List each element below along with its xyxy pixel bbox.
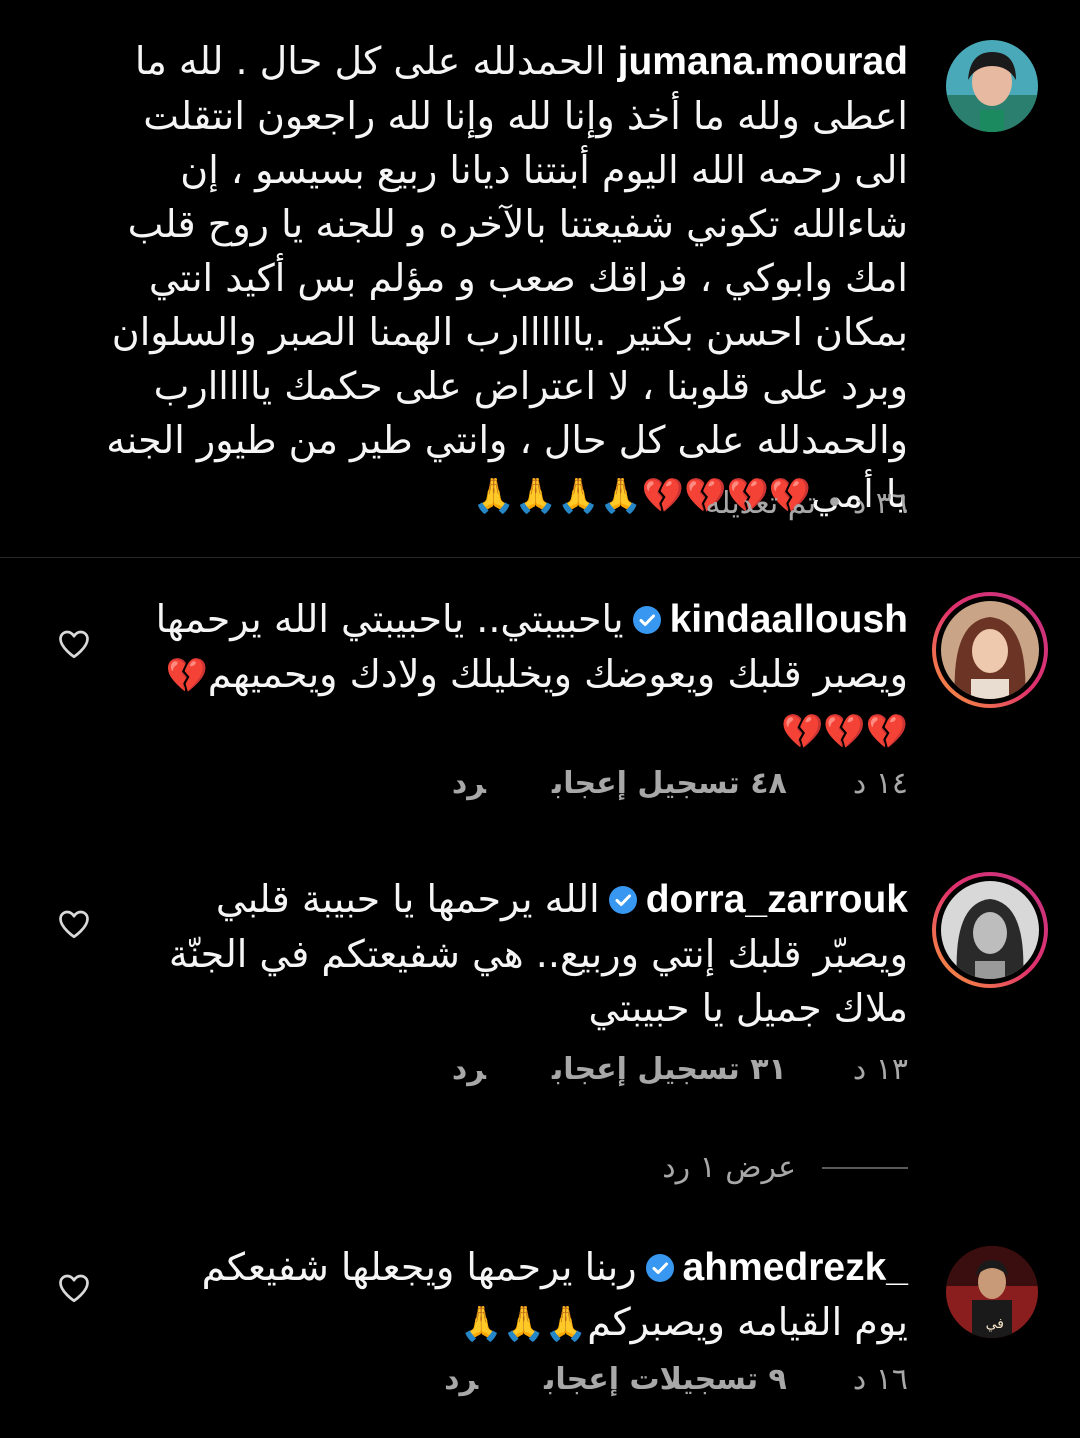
verified-badge-icon [645,1254,674,1282]
verified-badge-icon [632,606,661,634]
heart-outline-icon[interactable] [56,906,92,942]
comment-meta: ١٣ د ٣١ تسجيل إعجاب رد [452,1052,908,1087]
username[interactable]: kindaalloush [670,598,908,641]
view-replies-line [822,1166,908,1169]
timestamp: ١٤ د [852,766,908,801]
reply-button[interactable]: رد [444,1362,478,1397]
comment-text: الحمدلله على كل حال . لله ما اعطى ولله م… [106,39,908,516]
reply-button[interactable]: رد [452,766,486,801]
story-ring[interactable] [932,592,1048,708]
avatar [941,601,1039,699]
likes-count[interactable]: ٤٨ تسجيل إعجاب [552,766,787,801]
avatar[interactable] [946,40,1038,132]
reply-button[interactable]: رد [452,1052,486,1087]
svg-text:في: في [986,1316,1004,1332]
view-replies-label[interactable]: عرض ١ رد [662,1150,796,1185]
emoji-text: 🙏🙏🙏 [460,1304,588,1344]
avatar[interactable]: في [946,1246,1038,1338]
comment-body: ahmedrezk_ربنا يرحمها ويجعلها شفيعكم يوم… [148,1240,908,1351]
comment-meta: ١٤ د ٤٨ تسجيل إعجاب رد [452,766,908,801]
avatar [941,881,1039,979]
comment-meta: ١٦ د ٩ تسجيلات إعجاب رد [444,1362,908,1397]
comment-body: jumana.mourad الحمدلله على كل حال . لله … [98,34,908,523]
timestamp-edited: ٣٦ د • تم تعديله [705,486,908,521]
comment-jumana: jumana.mourad الحمدلله على كل حال . لله … [0,0,1080,557]
story-ring[interactable] [932,872,1048,988]
username[interactable]: dorra_zarrouk [646,878,908,921]
comment-kindaalloush: kindaalloushياحبيبتي.. ياحبيبتي الله يرح… [0,560,1080,840]
likes-count[interactable]: ٣١ تسجيل إعجاب [552,1052,787,1087]
timestamp: ١٦ د [852,1362,908,1397]
username[interactable]: ahmedrezk_ [683,1246,908,1289]
timestamp: ١٣ د [852,1052,908,1087]
comment-body: dorra_zarroukالله يرحمها يا حبيبة قلبي و… [128,872,908,1035]
username[interactable]: jumana.mourad [618,40,908,83]
comment-dorra: dorra_zarroukالله يرحمها يا حبيبة قلبي و… [0,840,1080,1140]
comment-ahmedrezk: في ahmedrezk_ربنا يرحمها ويجعلها شفيعكم … [0,1208,1080,1438]
comment-body: kindaalloushياحبيبتي.. ياحبيبتي الله يرح… [148,592,908,759]
heart-outline-icon[interactable] [56,626,92,662]
view-replies-button[interactable]: عرض ١ رد [662,1150,908,1185]
heart-outline-icon[interactable] [56,1270,92,1306]
likes-count[interactable]: ٩ تسجيلات إعجاب [544,1362,787,1397]
divider [0,557,1080,558]
verified-badge-icon [608,886,637,914]
comment-meta: ٣٦ د • تم تعديله [705,486,908,521]
